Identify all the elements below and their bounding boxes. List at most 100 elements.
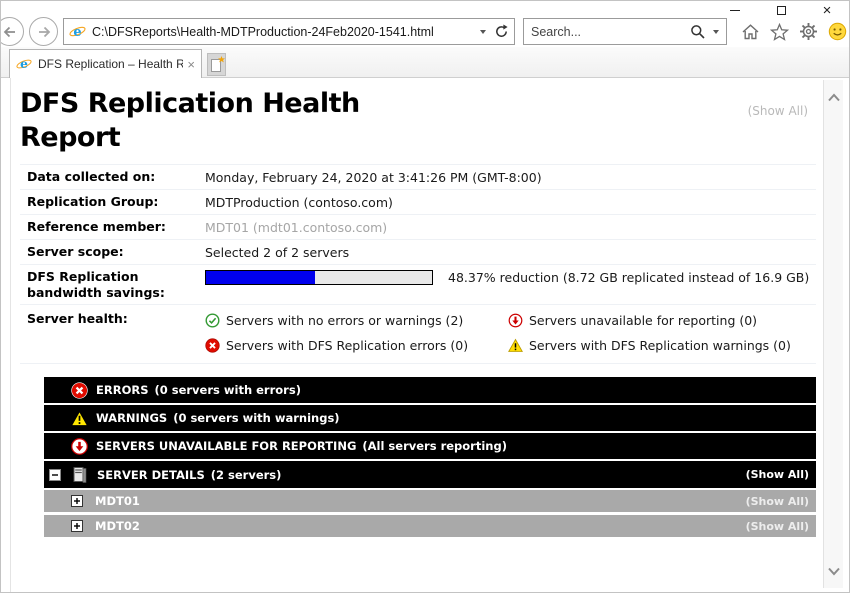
bandwidth-summary: 48.37% reduction (8.72 GB replicated ins… <box>448 269 809 286</box>
svg-text:e: e <box>73 25 81 40</box>
scroll-down-button[interactable] <box>824 562 843 580</box>
scroll-up-button[interactable] <box>824 88 843 106</box>
server-name: MDT01 <box>95 494 140 508</box>
bandwidth-progress-fill <box>206 271 315 284</box>
health-item-ok: Servers with no errors or warnings (2) <box>205 313 508 328</box>
info-label: Reference member: <box>27 219 205 235</box>
refresh-icon[interactable] <box>494 24 509 39</box>
section-title: ERRORS <box>96 383 148 397</box>
info-label: Data collected on: <box>27 169 205 185</box>
address-bar[interactable]: e C:\DFSReports\Health-MDTProduction-24F… <box>63 18 515 45</box>
health-item-text: Servers with DFS Replication warnings (0… <box>529 338 791 353</box>
server-row-mdt01[interactable]: MDT01 (Show All) <box>44 490 816 512</box>
page-content: (Show All) DFS Replication Health Report… <box>1 78 849 592</box>
info-label: DFS Replication bandwidth savings: <box>27 269 205 301</box>
vertical-scrollbar[interactable] <box>823 80 843 588</box>
chevron-down-icon <box>827 567 841 576</box>
search-dropdown-icon[interactable] <box>713 30 719 34</box>
new-tab-icon <box>209 55 225 74</box>
tab-title: DFS Replication – Health Re... <box>38 57 183 71</box>
search-box[interactable]: Search... <box>523 18 727 45</box>
show-all-link-top[interactable]: (Show All) <box>748 104 808 118</box>
address-dropdown-icon[interactable] <box>480 30 486 34</box>
server-row-mdt02[interactable]: MDT02 (Show All) <box>44 515 816 537</box>
svg-text:e: e <box>20 57 28 71</box>
server-health-grid: Servers with no errors or warnings (2) S… <box>205 311 791 353</box>
back-arrow-icon <box>2 24 18 40</box>
info-value: MDT01 (mdt01.contoso.com) <box>205 219 387 236</box>
feedback-button[interactable] <box>827 22 847 42</box>
section-count: (0 servers with errors) <box>154 383 300 397</box>
show-all-link-server-details[interactable]: (Show All) <box>746 468 809 481</box>
home-button[interactable] <box>740 22 760 42</box>
show-all-link-mdt02[interactable]: (Show All) <box>746 520 809 533</box>
expand-icon[interactable] <box>71 520 83 532</box>
maximize-icon <box>777 6 786 15</box>
health-item-errors: Servers with DFS Replication errors (0) <box>205 338 508 353</box>
browser-toolbar: e C:\DFSReports\Health-MDTProduction-24F… <box>1 16 849 47</box>
maximize-button[interactable] <box>771 2 791 18</box>
unavailable-icon <box>508 313 523 328</box>
section-server-details[interactable]: SERVER DETAILS (2 servers) (Show All) <box>44 461 816 488</box>
expand-icon[interactable] <box>71 495 83 507</box>
new-tab-button[interactable] <box>207 53 226 76</box>
minimize-icon <box>730 10 740 11</box>
info-value: Selected 2 of 2 servers <box>205 244 349 261</box>
health-item-text: Servers with DFS Replication errors (0) <box>226 338 468 353</box>
toolbar-icons <box>740 22 847 42</box>
info-label: Replication Group: <box>27 194 205 210</box>
bandwidth-progress-bar <box>205 270 433 285</box>
home-icon <box>741 23 760 41</box>
dfs-report-page: (Show All) DFS Replication Health Report… <box>10 78 816 592</box>
health-item-text: Servers unavailable for reporting (0) <box>529 313 757 328</box>
info-row-data-collected: Data collected on: Monday, February 24, … <box>20 165 816 190</box>
ok-icon <box>205 313 220 328</box>
show-all-link-mdt01[interactable]: (Show All) <box>746 495 809 508</box>
favorites-button[interactable] <box>769 22 789 42</box>
star-icon <box>770 23 789 41</box>
health-item-text: Servers with no errors or warnings (2) <box>226 313 463 328</box>
collapse-icon[interactable] <box>49 469 61 481</box>
page-title: DFS Replication Health Report <box>20 87 460 155</box>
forward-button[interactable] <box>29 17 58 46</box>
browser-window: × e C:\DFSReports\Health-MDTProduction-2… <box>0 0 850 593</box>
section-count: (0 servers with warnings) <box>173 411 339 425</box>
info-label: Server scope: <box>27 244 205 260</box>
tab-dfs-report[interactable]: e DFS Replication – Health Re... × <box>9 49 202 78</box>
section-unavailable[interactable]: SERVERS UNAVAILABLE FOR REPORTING (All s… <box>44 433 816 459</box>
info-label: Server health: <box>27 311 205 353</box>
ie-favicon: e <box>69 23 86 40</box>
server-name: MDT02 <box>95 519 140 533</box>
info-row-server-scope: Server scope: Selected 2 of 2 servers <box>20 240 816 265</box>
close-icon: × <box>823 3 832 18</box>
section-title: SERVER DETAILS <box>97 468 205 482</box>
section-count: (All servers reporting) <box>362 439 507 453</box>
info-row-bandwidth: DFS Replication bandwidth savings: 48.37… <box>20 265 816 305</box>
settings-button[interactable] <box>798 22 818 42</box>
health-item-warnings: Servers with DFS Replication warnings (0… <box>508 338 791 353</box>
info-value: Monday, February 24, 2020 at 3:41:26 PM … <box>205 169 542 186</box>
section-count: (2 servers) <box>211 468 282 482</box>
search-icon[interactable] <box>690 24 706 40</box>
section-title: WARNINGS <box>96 411 167 425</box>
close-button[interactable]: × <box>817 2 837 18</box>
tab-close-icon[interactable]: × <box>187 57 195 72</box>
section-errors[interactable]: ERRORS (0 servers with errors) <box>44 377 816 403</box>
info-row-reference-member: Reference member: MDT01 (mdt01.contoso.c… <box>20 215 816 240</box>
server-icon <box>71 466 89 484</box>
health-item-unavailable: Servers unavailable for reporting (0) <box>508 313 791 328</box>
info-row-replication-group: Replication Group: MDTProduction (contos… <box>20 190 816 215</box>
report-sections: ERRORS (0 servers with errors) WARNINGS … <box>44 377 816 537</box>
bandwidth-wrap: 48.37% reduction (8.72 GB replicated ins… <box>205 269 809 286</box>
warning-icon <box>71 410 88 427</box>
section-warnings[interactable]: WARNINGS (0 servers with warnings) <box>44 405 816 431</box>
unavailable-icon <box>71 438 88 455</box>
ie-tab-icon: e <box>16 56 32 72</box>
minimize-button[interactable] <box>725 2 745 18</box>
search-placeholder: Search... <box>531 25 690 39</box>
address-url: C:\DFSReports\Health-MDTProduction-24Feb… <box>92 25 476 39</box>
info-row-server-health: Server health: Servers with no errors or… <box>20 305 816 364</box>
back-button[interactable] <box>0 17 24 46</box>
section-title: SERVERS UNAVAILABLE FOR REPORTING <box>96 439 356 453</box>
window-controls: × <box>725 2 837 18</box>
